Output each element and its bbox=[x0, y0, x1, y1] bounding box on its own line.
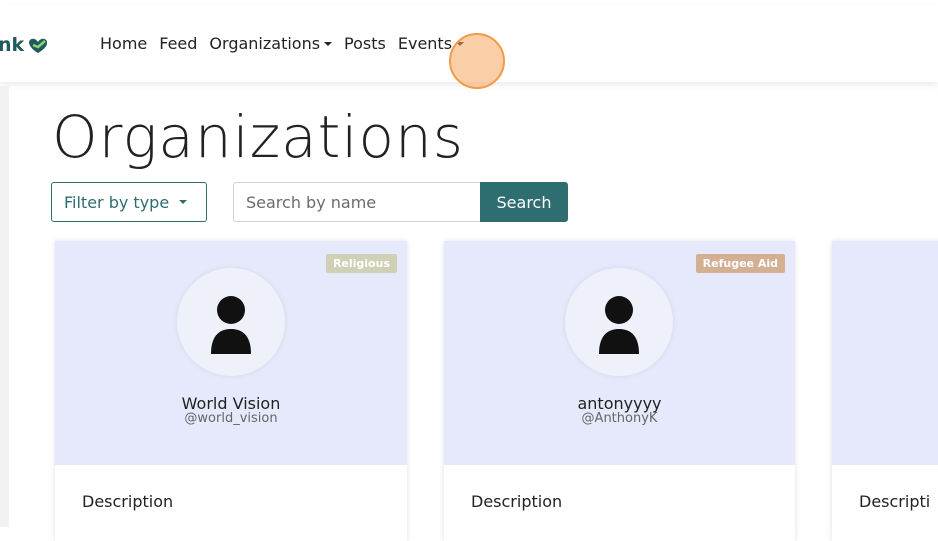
organization-card[interactable]: Refugee Aid antonyyyy @AnthonyK Descript… bbox=[444, 241, 795, 541]
filter-label: Filter by type bbox=[64, 192, 170, 212]
organization-card[interactable]: Descripti bbox=[832, 241, 938, 541]
click-indicator bbox=[449, 33, 505, 89]
description-label: Description bbox=[471, 492, 563, 511]
chevron-down-icon bbox=[324, 41, 333, 46]
avatar bbox=[177, 268, 285, 376]
filter-by-type-dropdown[interactable]: Filter by type bbox=[51, 182, 207, 222]
nav-organizations[interactable]: Organizations bbox=[209, 34, 333, 53]
user-icon bbox=[599, 296, 639, 354]
brand-logo-text: nk bbox=[0, 34, 25, 56]
heart-hand-icon bbox=[29, 38, 48, 53]
avatar bbox=[565, 268, 673, 376]
nav-organizations-label: Organizations bbox=[209, 34, 321, 53]
description-label: Description bbox=[82, 492, 174, 511]
left-edge-divider bbox=[0, 86, 9, 527]
chevron-down-icon bbox=[179, 200, 188, 204]
nav-home[interactable]: Home bbox=[100, 34, 147, 53]
organization-handle: @world_vision bbox=[184, 411, 278, 426]
nav-posts[interactable]: Posts bbox=[344, 34, 386, 53]
brand-logo[interactable]: nk bbox=[0, 34, 50, 56]
user-icon bbox=[211, 296, 251, 354]
search-input[interactable] bbox=[233, 182, 481, 222]
card-header: Religious World Vision @world_vision bbox=[55, 241, 407, 465]
type-badge: Refugee Aid bbox=[695, 254, 785, 273]
search-button[interactable]: Search bbox=[480, 182, 568, 222]
organization-handle: @AnthonyK bbox=[581, 411, 658, 426]
description-label: Descripti bbox=[859, 492, 931, 511]
top-navbar: nk Home Feed Organizations Posts Events bbox=[0, 4, 938, 89]
nav-events-label: Events bbox=[397, 34, 453, 53]
nav-feed[interactable]: Feed bbox=[159, 34, 197, 53]
type-badge: Religious bbox=[325, 254, 397, 273]
main-nav: Home Feed Organizations Posts Events bbox=[100, 34, 476, 53]
page-title: Organizations bbox=[52, 103, 465, 171]
organization-card[interactable]: Religious World Vision @world_vision Des… bbox=[55, 241, 407, 541]
card-header bbox=[832, 241, 938, 465]
card-header: Refugee Aid antonyyyy @AnthonyK bbox=[444, 241, 795, 465]
